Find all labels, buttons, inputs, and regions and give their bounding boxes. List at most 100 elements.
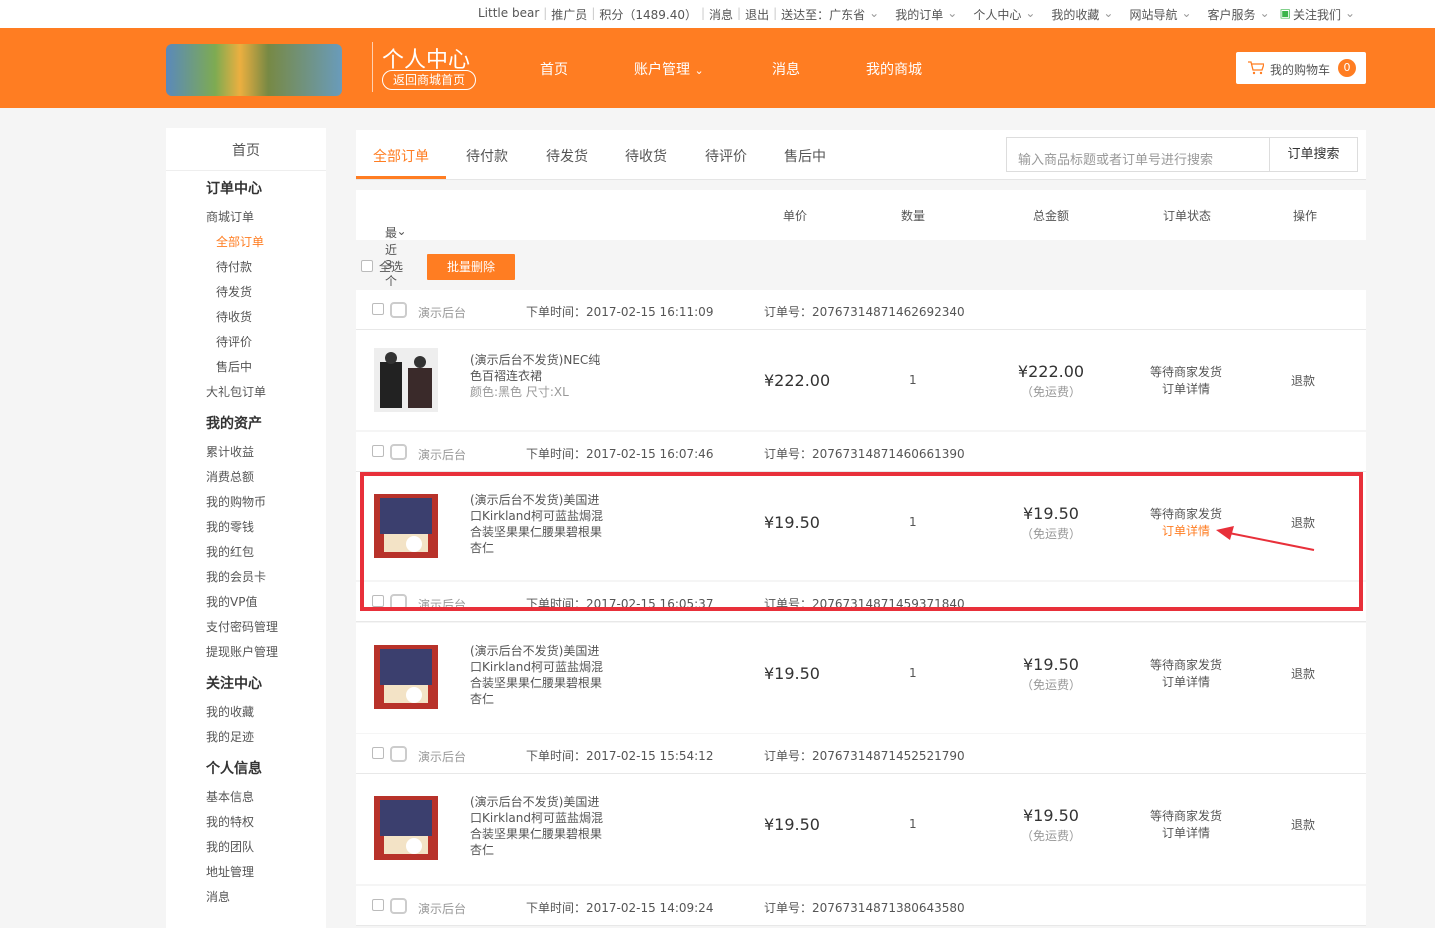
shop-icon [390, 594, 407, 610]
back-home-button[interactable]: 返回商城首页 [382, 70, 476, 90]
order-search-button[interactable]: 订单搜索 [1270, 137, 1358, 172]
sidebar-item-asset[interactable]: 支付密码管理 [206, 618, 278, 635]
shop-name[interactable]: 演示后台 [418, 900, 466, 917]
order-detail-link[interactable]: 订单详情 [1136, 674, 1236, 691]
order-status-block: 等待商家发货 订单详情 [1136, 364, 1236, 398]
site-nav-dropdown[interactable]: 网站导航 [1129, 6, 1177, 23]
sidebar-item-pending-shipment[interactable]: 待发货 [216, 283, 252, 300]
bulk-delete-button[interactable]: 批量删除 [427, 254, 515, 280]
deliver-to-dropdown[interactable]: 送达至：广东省 [781, 6, 865, 23]
sidebar-item-all-orders[interactable]: 全部订单 [216, 233, 264, 250]
cart-label: 我的购物车 [1270, 63, 1331, 77]
sidebar-item-asset[interactable]: 我的红包 [206, 543, 254, 560]
sidebar-item-pending-payment[interactable]: 待付款 [216, 258, 252, 275]
order-header: 演示后台 下单时间：2017-02-15 15:54:12 订单号：207673… [356, 734, 1366, 774]
sidebar: 首页 订单中心 商城订单 全部订单 待付款 待发货 待收货 待评价 售后中 大礼… [166, 128, 326, 928]
shop-name[interactable]: 演示后台 [418, 748, 466, 765]
sidebar-item-info[interactable]: 地址管理 [206, 863, 254, 880]
my-orders-dropdown[interactable]: 我的订单 [895, 6, 943, 23]
product-image-dress[interactable] [374, 348, 438, 412]
refund-button[interactable]: 退款 [1291, 514, 1315, 531]
sidebar-item-info[interactable]: 基本信息 [206, 788, 254, 805]
tab-pending-review[interactable]: 待评价 [705, 146, 747, 166]
refund-button[interactable]: 退款 [1291, 816, 1315, 833]
col-total: 总金额 [1033, 209, 1070, 223]
product-name[interactable]: (演示后台不发货)美国进口Kirkland柯可蓝盐焗混合装坚果果仁腰果碧根果杏仁 [470, 643, 610, 707]
order-number: 订单号：20767314871460661390 [764, 447, 965, 461]
order-table-header: 最近3个月订单 ⌄ 单价 数量 总金额 订单状态 操作 [356, 190, 1366, 339]
sidebar-item-info[interactable]: 消息 [206, 888, 230, 905]
sidebar-item-asset[interactable]: 我的VP值 [206, 593, 257, 610]
nav-my-mall[interactable]: 我的商城 [866, 59, 922, 79]
follow-us-dropdown[interactable]: 关注我们 [1293, 6, 1341, 23]
product-image-nuts[interactable] [374, 645, 438, 709]
sidebar-item-after-sales[interactable]: 售后中 [216, 358, 252, 375]
sidebar-item-info[interactable]: 我的团队 [206, 838, 254, 855]
username-link[interactable]: Little bear [478, 6, 539, 23]
order-checkbox[interactable] [372, 899, 384, 911]
refund-button[interactable]: 退款 [1291, 372, 1315, 389]
sidebar-item-follow[interactable]: 我的足迹 [206, 728, 254, 745]
col-unit-price: 单价 [783, 209, 808, 223]
tab-pending-payment[interactable]: 待付款 [466, 146, 508, 166]
nav-account-management[interactable]: 账户管理 ⌄ [634, 59, 704, 79]
order-header: 演示后台 下单时间：2017-02-15 16:05:37 订单号：207673… [356, 582, 1366, 622]
order-checkbox[interactable] [372, 445, 384, 457]
product-name[interactable]: (演示后台不发货)NEC纯色百褶连衣裙 [470, 352, 610, 384]
order-checkbox[interactable] [372, 303, 384, 315]
tab-all-orders[interactable]: 全部订单 [373, 146, 429, 166]
sidebar-item-asset[interactable]: 我的购物币 [206, 493, 266, 510]
order-number: 订单号：20767314871459371840 [764, 597, 965, 611]
shop-name[interactable]: 演示后台 [418, 446, 466, 463]
sidebar-item-asset[interactable]: 提现账户管理 [206, 643, 278, 660]
shop-name[interactable]: 演示后台 [418, 596, 466, 613]
order-search-input[interactable]: 输入商品标题或者订单号进行搜索 [1006, 137, 1270, 172]
nav-messages[interactable]: 消息 [772, 59, 800, 79]
tab-pending-shipment[interactable]: 待发货 [546, 146, 588, 166]
unit-price: ¥222.00 [764, 371, 831, 390]
order-detail-link[interactable]: 订单详情 [1136, 523, 1236, 540]
product-name[interactable]: (演示后台不发货)美国进口Kirkland柯可蓝盐焗混合装坚果果仁腰果碧根果杏仁 [470, 492, 610, 556]
promoter-link[interactable]: 推广员 [551, 6, 587, 23]
sidebar-item-asset[interactable]: 累计收益 [206, 443, 254, 460]
sidebar-item-pending-review[interactable]: 待评价 [216, 333, 252, 350]
sidebar-item-pending-receipt[interactable]: 待收货 [216, 308, 252, 325]
sidebar-item-asset[interactable]: 我的零钱 [206, 518, 254, 535]
cart-count-badge: 0 [1338, 59, 1356, 77]
order-checkbox[interactable] [372, 595, 384, 607]
order-checkbox[interactable] [372, 747, 384, 759]
product-image-nuts[interactable] [374, 796, 438, 860]
header-divider [372, 42, 373, 92]
sidebar-item-gift-orders[interactable]: 大礼包订单 [206, 383, 266, 400]
sidebar-item-asset[interactable]: 消费总额 [206, 468, 254, 485]
select-all-checkbox[interactable] [361, 260, 373, 272]
site-logo[interactable] [166, 44, 342, 96]
order-detail-link[interactable]: 订单详情 [1136, 381, 1236, 398]
sidebar-item-follow[interactable]: 我的收藏 [206, 703, 254, 720]
tab-after-sales[interactable]: 售后中 [784, 146, 826, 166]
order-status: 等待商家发货 [1149, 365, 1222, 379]
tab-pending-receipt[interactable]: 待收货 [625, 146, 667, 166]
points-text: 积分（1489.40） [599, 8, 697, 22]
order-detail-link[interactable]: 订单详情 [1136, 825, 1236, 842]
favorites-dropdown[interactable]: 我的收藏 [1051, 6, 1099, 23]
shop-name[interactable]: 演示后台 [418, 304, 466, 321]
period-select[interactable]: 最近3个月订单 ⌄ [385, 207, 407, 339]
cart-button[interactable]: 我的购物车 0 [1236, 52, 1366, 84]
sidebar-home[interactable]: 首页 [166, 140, 326, 160]
product-image-nuts[interactable] [374, 494, 438, 558]
product-name[interactable]: (演示后台不发货)美国进口Kirkland柯可蓝盐焗混合装坚果果仁腰果碧根果杏仁 [470, 794, 610, 858]
user-center-dropdown[interactable]: 个人中心 [973, 6, 1021, 23]
messages-link[interactable]: 消息 [709, 6, 733, 23]
customer-service-dropdown[interactable]: 客户服务 [1208, 6, 1256, 23]
sidebar-item-info[interactable]: 我的特权 [206, 813, 254, 830]
order-time: 下单时间：2017-02-15 16:07:46 [526, 447, 714, 461]
unit-price: ¥19.50 [764, 664, 820, 683]
logout-link[interactable]: 退出 [745, 6, 769, 23]
sidebar-item-asset[interactable]: 我的会员卡 [206, 568, 266, 585]
sidebar-item-mall-orders[interactable]: 商城订单 [206, 208, 254, 225]
col-status: 订单状态 [1163, 209, 1212, 223]
order-total-block: ¥19.50 （免运费） [996, 504, 1106, 542]
nav-home[interactable]: 首页 [540, 59, 568, 79]
refund-button[interactable]: 退款 [1291, 665, 1315, 682]
